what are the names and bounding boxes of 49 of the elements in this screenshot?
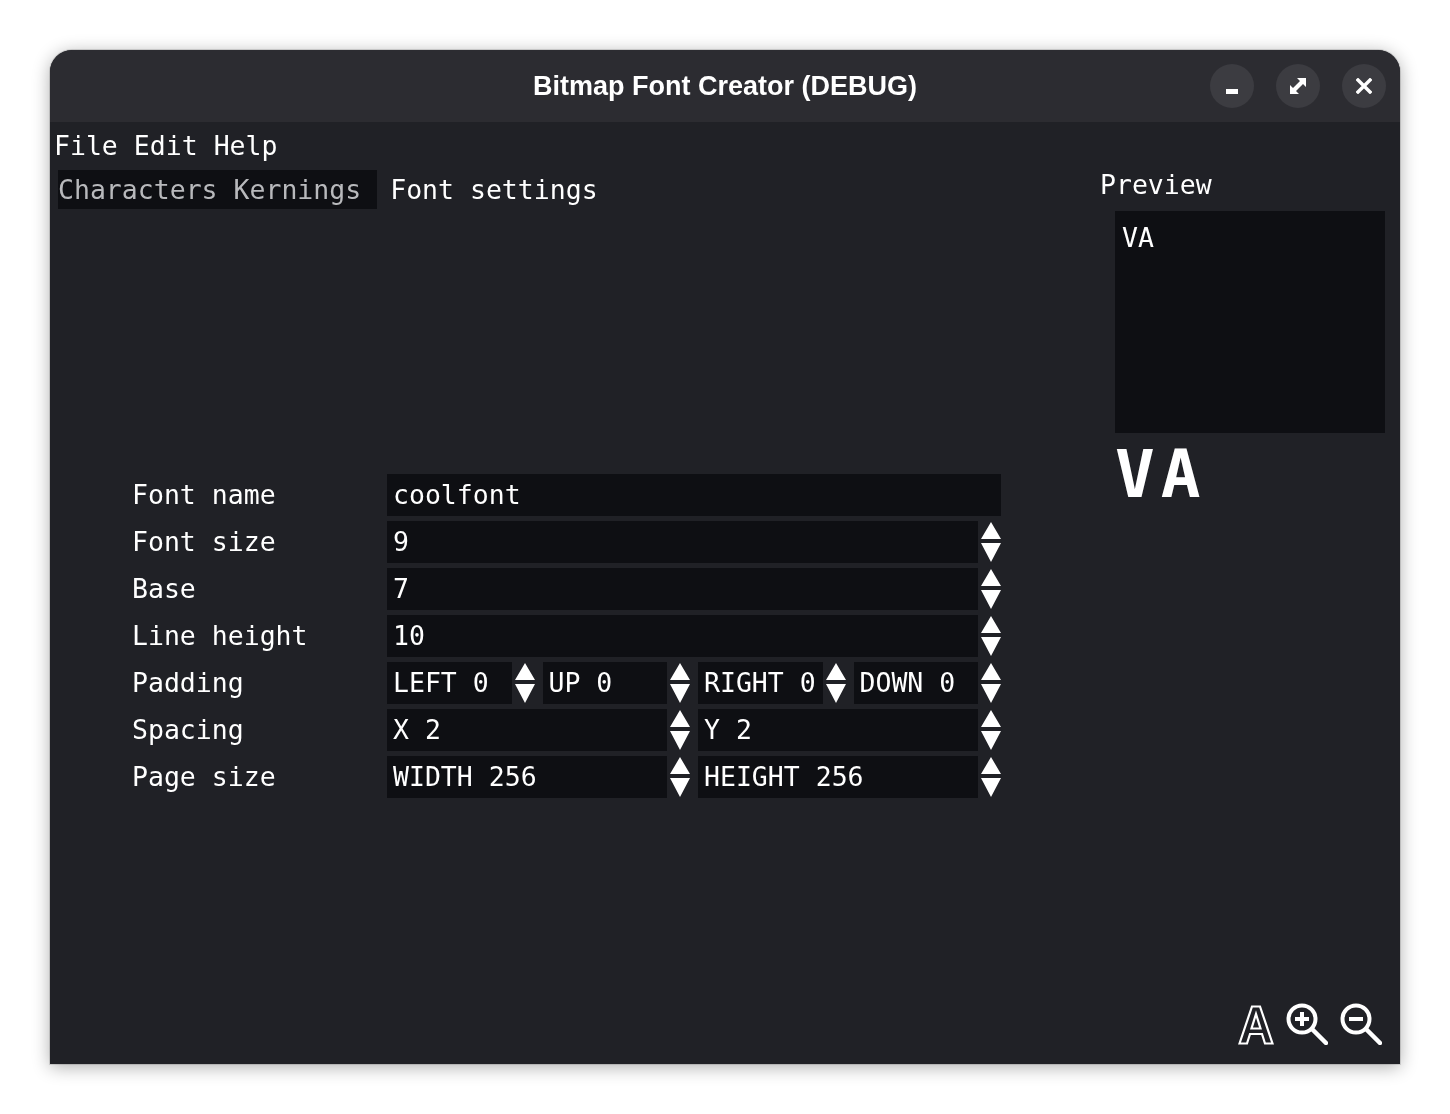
maximize-button[interactable] bbox=[1276, 64, 1320, 108]
number-field[interactable]: Y 2 bbox=[698, 709, 978, 751]
number-field[interactable]: RIGHT 0 bbox=[698, 662, 823, 704]
menu-item[interactable]: File bbox=[54, 128, 118, 164]
field-label: Font size bbox=[132, 525, 276, 559]
field-label: Spacing bbox=[132, 713, 244, 747]
field-label: Padding bbox=[132, 666, 244, 700]
field-label: Page size bbox=[132, 760, 276, 794]
minimize-button[interactable] bbox=[1210, 64, 1254, 108]
zoom-out-icon[interactable] bbox=[1340, 1003, 1382, 1045]
minimize-icon bbox=[1226, 88, 1238, 94]
field-label: Base bbox=[132, 572, 196, 606]
number-field[interactable]: 9 bbox=[387, 521, 978, 563]
stepper-arrows-icon[interactable] bbox=[670, 663, 690, 703]
field-label: Font name bbox=[132, 478, 276, 512]
rendered-text-preview: VA bbox=[1115, 442, 1207, 508]
number-field[interactable]: 7 bbox=[387, 568, 978, 610]
window-title: Bitmap Font Creator (DEBUG) bbox=[533, 70, 917, 102]
stepper-arrows-icon[interactable] bbox=[981, 522, 1001, 562]
stepper-arrows-icon[interactable] bbox=[981, 757, 1001, 797]
outlined-letter-icon[interactable] bbox=[1238, 1005, 1274, 1045]
close-icon bbox=[1356, 78, 1372, 94]
tab[interactable]: Characters bbox=[58, 170, 234, 209]
menu-item[interactable]: Help bbox=[213, 128, 278, 164]
close-button[interactable] bbox=[1342, 64, 1386, 108]
menu-item[interactable]: Edit bbox=[133, 128, 198, 164]
stepper-arrows-icon[interactable] bbox=[981, 710, 1001, 750]
stepper-arrows-icon[interactable] bbox=[981, 663, 1001, 703]
number-field[interactable]: X 2 bbox=[387, 709, 667, 751]
preview-label: Preview bbox=[1100, 170, 1212, 200]
number-field[interactable]: LEFT 0 bbox=[387, 662, 512, 704]
number-field[interactable]: WIDTH 256 bbox=[387, 756, 667, 798]
field-label: Line height bbox=[132, 619, 308, 653]
stepper-arrows-icon[interactable] bbox=[670, 710, 690, 750]
tab[interactable]: Font settings bbox=[377, 170, 598, 209]
zoom-in-icon[interactable] bbox=[1286, 1003, 1328, 1045]
preview-text-area[interactable]: VA bbox=[1115, 211, 1385, 433]
number-field[interactable]: 10 bbox=[387, 615, 978, 657]
stepper-arrows-icon[interactable] bbox=[981, 569, 1001, 609]
stepper-arrows-icon[interactable] bbox=[670, 757, 690, 797]
stepper-arrows-icon[interactable] bbox=[981, 616, 1001, 656]
number-field[interactable]: UP 0 bbox=[542, 662, 667, 704]
tab[interactable]: Kernings bbox=[233, 170, 378, 209]
number-field[interactable]: HEIGHT 256 bbox=[698, 756, 978, 798]
text-field[interactable]: coolfont bbox=[387, 474, 1001, 516]
number-field[interactable]: DOWN 0 bbox=[853, 662, 978, 704]
stepper-arrows-icon[interactable] bbox=[514, 663, 535, 703]
maximize-icon bbox=[1290, 78, 1306, 94]
stepper-arrows-icon[interactable] bbox=[825, 663, 846, 703]
